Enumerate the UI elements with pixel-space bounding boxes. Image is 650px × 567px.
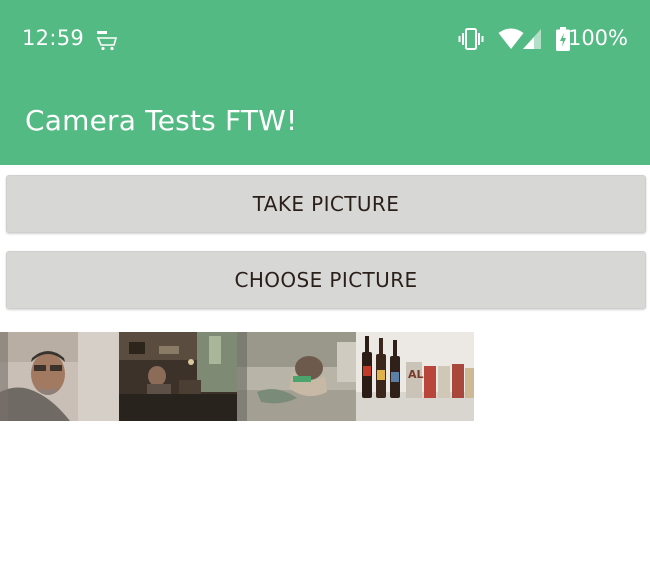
- photo-thumbnail-person-sleeping[interactable]: [237, 332, 356, 421]
- shopping-cart-notification-icon: [96, 30, 120, 52]
- photo-thumbnail-selfie[interactable]: [0, 332, 119, 421]
- photo-thumbnail-beer-bottles[interactable]: ALE: [355, 332, 474, 421]
- app-bar: 12:59 100% Camera Tests FTW!: [0, 0, 650, 165]
- page-title: Camera Tests FTW!: [25, 104, 298, 137]
- photo-gallery: ALE: [0, 332, 474, 421]
- choose-picture-button[interactable]: CHOOSE PICTURE: [6, 251, 646, 309]
- take-picture-button[interactable]: TAKE PICTURE: [6, 175, 646, 233]
- status-bar: 12:59 100%: [0, 0, 650, 80]
- cell-signal-icon: [522, 28, 542, 50]
- battery-percent: 100%: [567, 26, 628, 50]
- photo-thumbnail-room[interactable]: [118, 332, 237, 421]
- status-time: 12:59: [22, 26, 85, 50]
- vibrate-icon: [458, 27, 484, 51]
- wifi-icon: [498, 28, 524, 50]
